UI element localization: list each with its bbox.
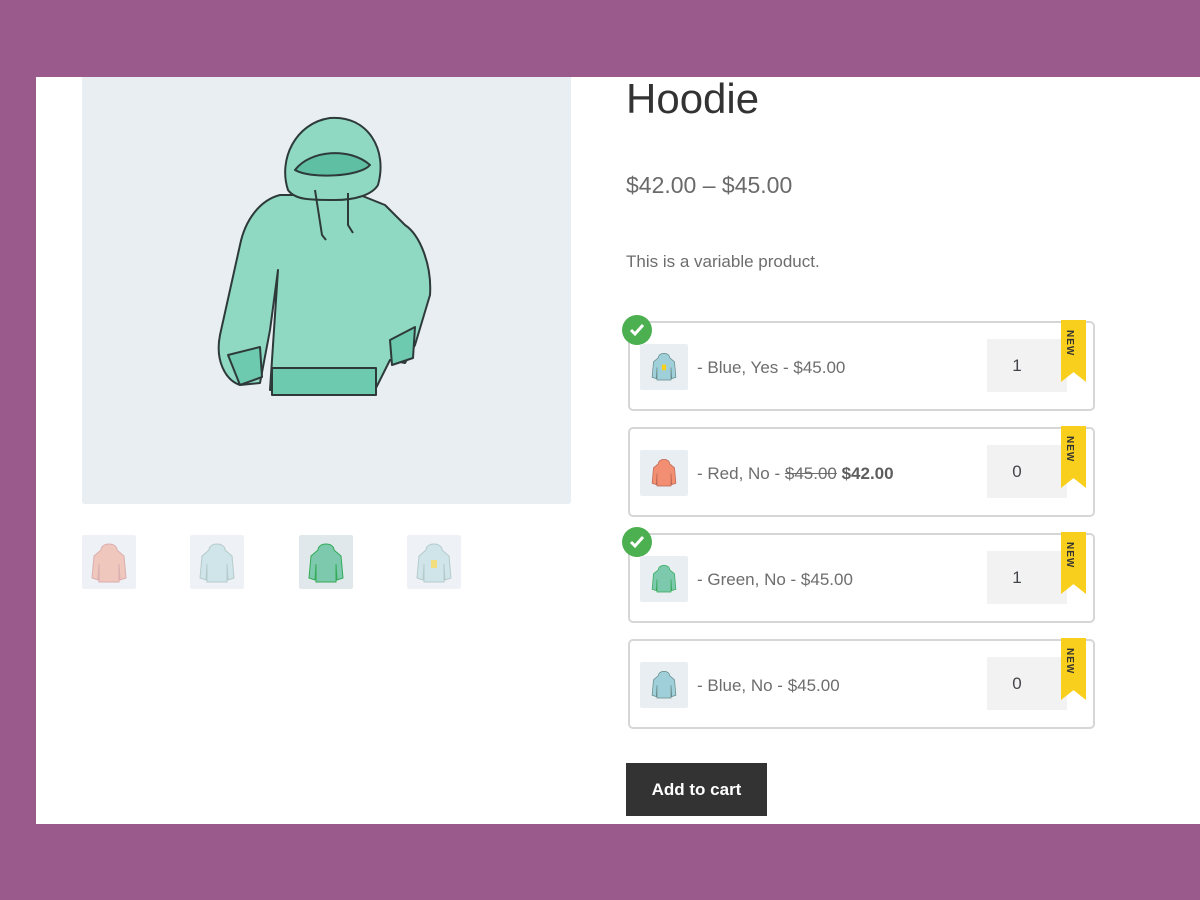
new-badge: NEW <box>1061 532 1086 594</box>
main-product-image[interactable] <box>82 77 571 504</box>
hoodie-blue-icon <box>199 543 235 583</box>
quantity-input[interactable] <box>987 339 1067 392</box>
checkmark-icon <box>622 315 652 345</box>
product-description: This is a variable product. <box>626 252 820 271</box>
variation-row[interactable]: - Blue, No - $45.00 NEW <box>628 638 1095 729</box>
variation-label: - Red, No - $45.00 $42.00 <box>697 464 894 483</box>
hoodie-red-icon <box>651 459 677 487</box>
variation-label: - Green, No - $45.00 <box>697 570 853 589</box>
variation-row[interactable]: - Red, No - $45.00 $42.00 NEW <box>628 426 1095 517</box>
product-page: Hoodie $42.00 – $45.00 This is a variabl… <box>36 77 1200 824</box>
new-badge: NEW <box>1061 320 1086 382</box>
variation-thumbnail <box>640 556 688 602</box>
hoodie-red-icon <box>91 543 127 583</box>
thumbnail-red-hoodie[interactable] <box>82 535 136 589</box>
thumbnail-green-hoodie[interactable] <box>299 535 353 589</box>
variation-thumbnail <box>640 450 688 496</box>
thumbnail-blue-logo-hoodie[interactable] <box>407 535 461 589</box>
hoodie-blue-icon <box>651 671 677 699</box>
new-badge: NEW <box>1061 426 1086 488</box>
quantity-input[interactable] <box>987 445 1067 498</box>
product-title: Hoodie <box>626 77 760 122</box>
hoodie-green-icon <box>308 543 344 583</box>
variation-thumbnail <box>640 344 688 390</box>
variation-row[interactable]: - Blue, Yes - $45.00 NEW <box>622 315 1095 411</box>
add-to-cart-button[interactable]: Add to cart <box>626 763 767 816</box>
checkmark-icon <box>622 527 652 557</box>
thumbnail-blue-hoodie[interactable] <box>190 535 244 589</box>
sale-price: $42.00 <box>841 464 894 483</box>
variation-label: - Blue, Yes - $45.00 <box>697 358 846 377</box>
variation-thumbnail <box>640 662 688 708</box>
hoodie-blue-logo-icon <box>651 353 677 381</box>
hoodie-green-icon <box>651 565 677 593</box>
product-price-range: $42.00 – $45.00 <box>626 172 793 198</box>
quantity-input[interactable] <box>987 551 1067 604</box>
variation-label: - Blue, No - $45.00 <box>697 676 840 695</box>
quantity-input[interactable] <box>987 657 1067 710</box>
hoodie-blue-logo-icon <box>416 543 452 583</box>
variation-row[interactable]: - Green, No - $45.00 NEW <box>622 527 1095 623</box>
hoodie-illustration-icon <box>217 116 432 396</box>
old-price: $45.00 <box>784 464 837 483</box>
new-badge: NEW <box>1061 638 1086 700</box>
